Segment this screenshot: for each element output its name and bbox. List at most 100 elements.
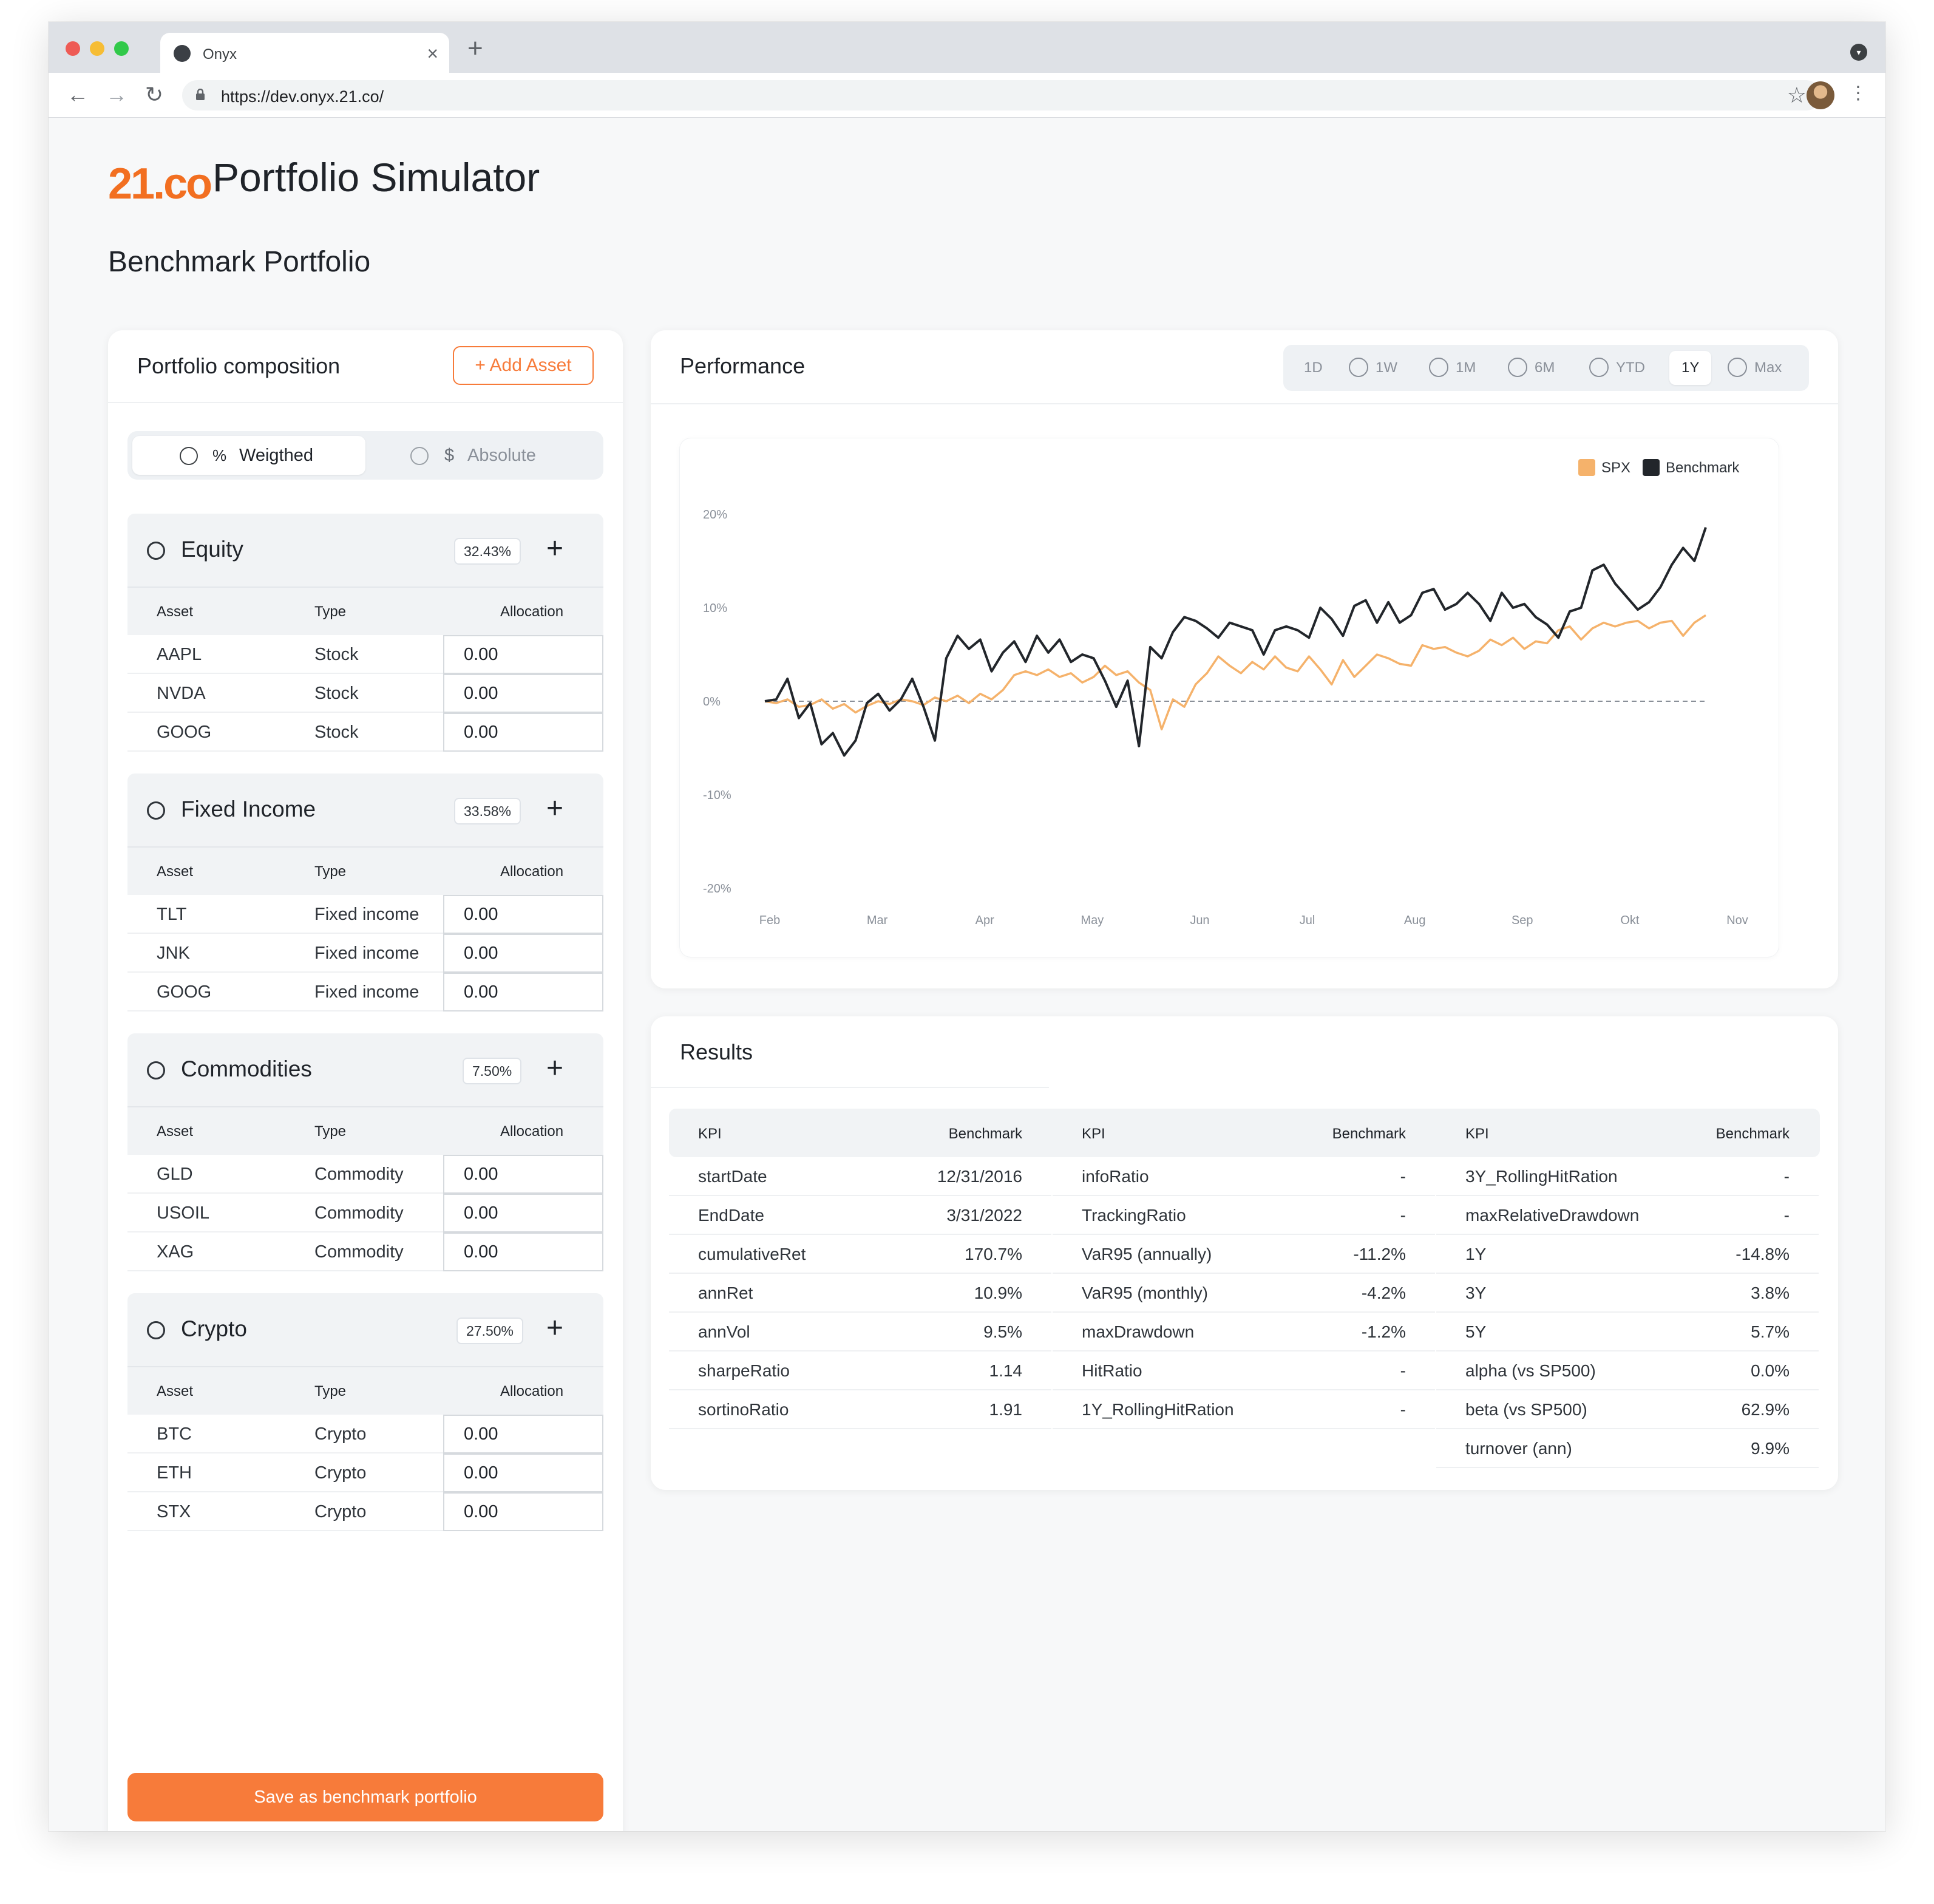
weighted-mode-option[interactable]: % Weigthed	[132, 436, 365, 475]
allocation-input[interactable]	[443, 1155, 603, 1194]
column-asset: Asset	[157, 863, 194, 880]
asset-type: Stock	[314, 684, 359, 703]
address-bar[interactable]: https://dev.onyx.21.co/ ☆	[182, 80, 1821, 110]
radio-icon	[1349, 357, 1368, 377]
y-tick-label: 20%	[703, 508, 727, 522]
group-name: Crypto	[181, 1316, 247, 1341]
asset-type: Fixed income	[314, 982, 419, 1002]
y-tick-label: 10%	[703, 602, 727, 615]
allocation-input[interactable]	[443, 1492, 603, 1531]
asset-row: GOOG Stock	[127, 713, 603, 752]
browser-window: Onyx × + ▾ ← → ↻ https://dev.onyx.21.co/…	[49, 22, 1885, 1831]
allocation-input[interactable]	[443, 1194, 603, 1232]
kpi-name: sortinoRatio	[698, 1400, 789, 1419]
kpi-value: 0.0%	[1751, 1361, 1790, 1380]
column-type: Type	[314, 863, 347, 880]
reload-button[interactable]: ↻	[141, 81, 168, 108]
group-weight-badge: 33.58%	[454, 798, 521, 824]
kpi-value: 12/31/2016	[937, 1167, 1022, 1186]
brand-logo: 21.co	[108, 160, 212, 208]
kpi-name: HitRatio	[1082, 1361, 1142, 1380]
radio-icon	[1728, 357, 1747, 377]
column-allocation: Allocation	[500, 1383, 564, 1399]
kpi-name: 3Y	[1465, 1284, 1487, 1302]
forward-button[interactable]: →	[103, 81, 130, 108]
asset-type: Stock	[314, 645, 359, 664]
column-allocation: Allocation	[500, 604, 564, 620]
kpi-value: -	[1783, 1206, 1790, 1225]
browser-menu-icon[interactable]: ⋮	[1849, 83, 1867, 104]
asset-type: Commodity	[314, 1164, 404, 1184]
period-option-ytd[interactable]: YTD	[1589, 351, 1645, 385]
kpi-row: infoRatio -	[1053, 1157, 1435, 1196]
back-button[interactable]: ←	[64, 81, 91, 108]
kpi-header: KPI	[1465, 1126, 1489, 1142]
period-option-1d[interactable]: 1D	[1304, 351, 1323, 385]
allocation-input[interactable]	[443, 674, 603, 713]
allocation-input[interactable]	[443, 895, 603, 934]
page-title: Benchmark Portfolio	[108, 246, 371, 278]
allocation-input[interactable]	[443, 934, 603, 973]
add-to-group-button[interactable]: +	[546, 529, 563, 568]
allocation-input[interactable]	[443, 1415, 603, 1453]
globe-icon	[147, 1061, 165, 1080]
add-asset-button[interactable]: + Add Asset	[453, 346, 594, 385]
maximize-window-button[interactable]	[114, 41, 129, 56]
kpi-name: infoRatio	[1082, 1167, 1149, 1186]
period-option-1w[interactable]: 1W	[1349, 351, 1397, 385]
period-option-max[interactable]: Max	[1728, 351, 1782, 385]
save-benchmark-button[interactable]: Save as benchmark portfolio	[127, 1773, 603, 1821]
period-option-1y[interactable]: 1Y	[1669, 351, 1712, 385]
add-to-group-button[interactable]: +	[546, 789, 563, 828]
add-to-group-button[interactable]: +	[546, 1049, 563, 1088]
asset-row: NVDA Stock	[127, 674, 603, 713]
kpi-row: VaR95 (annually) -11.2%	[1053, 1235, 1435, 1274]
asset-symbol: USOIL	[157, 1203, 210, 1223]
radio-icon	[410, 447, 429, 465]
app-title: Portfolio Simulator	[212, 155, 540, 200]
divider	[651, 403, 1838, 404]
kpi-name: VaR95 (monthly)	[1082, 1284, 1209, 1302]
x-tick-label: Feb	[759, 914, 780, 927]
group-name: Fixed Income	[181, 797, 316, 821]
period-label: Max	[1754, 359, 1782, 376]
kpi-name: maxRelativeDrawdown	[1465, 1206, 1640, 1225]
kpi-value: -	[1400, 1167, 1406, 1186]
new-tab-button[interactable]: +	[467, 35, 483, 62]
asset-row: GOOG Fixed income	[127, 973, 603, 1011]
x-tick-label: Apr	[975, 914, 994, 927]
asset-group-fixed-income: Fixed Income 33.58% + Asset Type Allocation TL…	[127, 773, 603, 1011]
column-asset: Asset	[157, 1123, 194, 1140]
allocation-input[interactable]	[443, 973, 603, 1011]
tab-close-icon[interactable]: ×	[427, 41, 438, 66]
performance-card: Performance 1D 1W 1M 6M YTD 1Y Max 20% 10…	[651, 330, 1838, 988]
bookmark-star-icon[interactable]: ☆	[1787, 83, 1807, 108]
kpi-row: startDate 12/31/2016	[669, 1157, 1051, 1196]
dollar-icon: $	[444, 446, 455, 465]
profile-avatar[interactable]	[1807, 81, 1834, 109]
chrome-menu-icon[interactable]: ▾	[1850, 44, 1867, 61]
allocation-input[interactable]	[443, 1453, 603, 1492]
kpi-name: VaR95 (annually)	[1082, 1245, 1212, 1263]
minimize-window-button[interactable]	[90, 41, 104, 56]
kpi-row: 1Y_RollingHitRation -	[1053, 1390, 1435, 1429]
browser-tab[interactable]: Onyx ×	[160, 33, 449, 74]
allocation-input[interactable]	[443, 635, 603, 674]
add-to-group-button[interactable]: +	[546, 1309, 563, 1348]
allocation-input[interactable]	[443, 713, 603, 752]
column-allocation: Allocation	[500, 863, 564, 880]
kpi-row: VaR95 (monthly) -4.2%	[1053, 1274, 1435, 1313]
period-option-1m[interactable]: 1M	[1429, 351, 1476, 385]
group-weight-badge: 7.50%	[463, 1058, 522, 1084]
asset-symbol: GLD	[157, 1164, 193, 1184]
kpi-row: HitRatio -	[1053, 1352, 1435, 1390]
asset-symbol: GOOG	[157, 722, 212, 742]
allocation-input[interactable]	[443, 1232, 603, 1271]
period-label: 6M	[1535, 359, 1555, 376]
tab-title: Onyx	[203, 46, 237, 63]
period-option-6m[interactable]: 6M	[1508, 351, 1555, 385]
asset-group-equity: Equity 32.43% + Asset Type Allocation AAPL Stoc…	[127, 514, 603, 752]
asset-symbol: JNK	[157, 943, 190, 963]
absolute-mode-option[interactable]: $ Absolute	[365, 436, 599, 475]
close-window-button[interactable]	[66, 41, 80, 56]
